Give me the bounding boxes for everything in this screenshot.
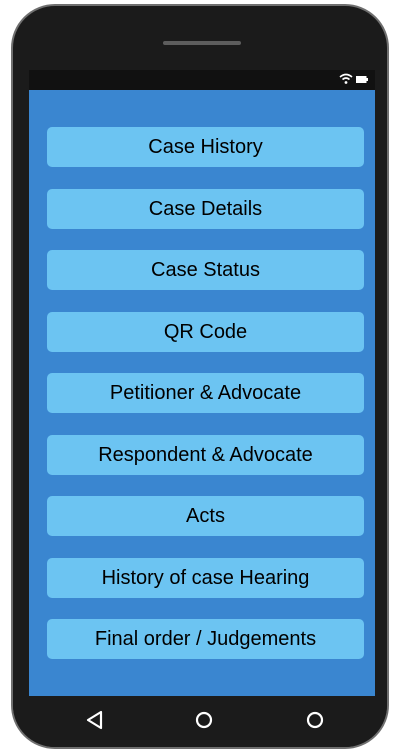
phone-frame: Case History Case Details Case Status QR…: [11, 4, 389, 749]
navigation-bar: [13, 696, 387, 747]
status-bar: [29, 70, 375, 90]
menu-list: Case History Case Details Case Status QR…: [47, 127, 364, 681]
qr-code-button[interactable]: QR Code: [47, 311, 364, 352]
case-history-button[interactable]: Case History: [47, 127, 364, 167]
final-order-judgements-button[interactable]: Final order / Judgements: [47, 619, 364, 659]
speaker-grille: [163, 41, 241, 45]
history-of-case-hearing-button[interactable]: History of case Hearing: [47, 557, 364, 598]
battery-icon: [356, 76, 368, 83]
petitioner-advocate-button[interactable]: Petitioner & Advocate: [47, 373, 364, 413]
respondent-advocate-button[interactable]: Respondent & Advocate: [47, 434, 364, 475]
case-status-button[interactable]: Case Status: [47, 250, 364, 290]
app-content: Case History Case Details Case Status QR…: [29, 90, 375, 696]
case-details-button[interactable]: Case Details: [47, 188, 364, 229]
back-triangle-icon[interactable]: [84, 709, 106, 731]
wifi-icon: [339, 73, 353, 84]
home-circle-icon[interactable]: [193, 709, 215, 731]
acts-button[interactable]: Acts: [47, 496, 364, 536]
phone-screen: Case History Case Details Case Status QR…: [29, 70, 375, 696]
recents-circle-icon[interactable]: [304, 709, 326, 731]
